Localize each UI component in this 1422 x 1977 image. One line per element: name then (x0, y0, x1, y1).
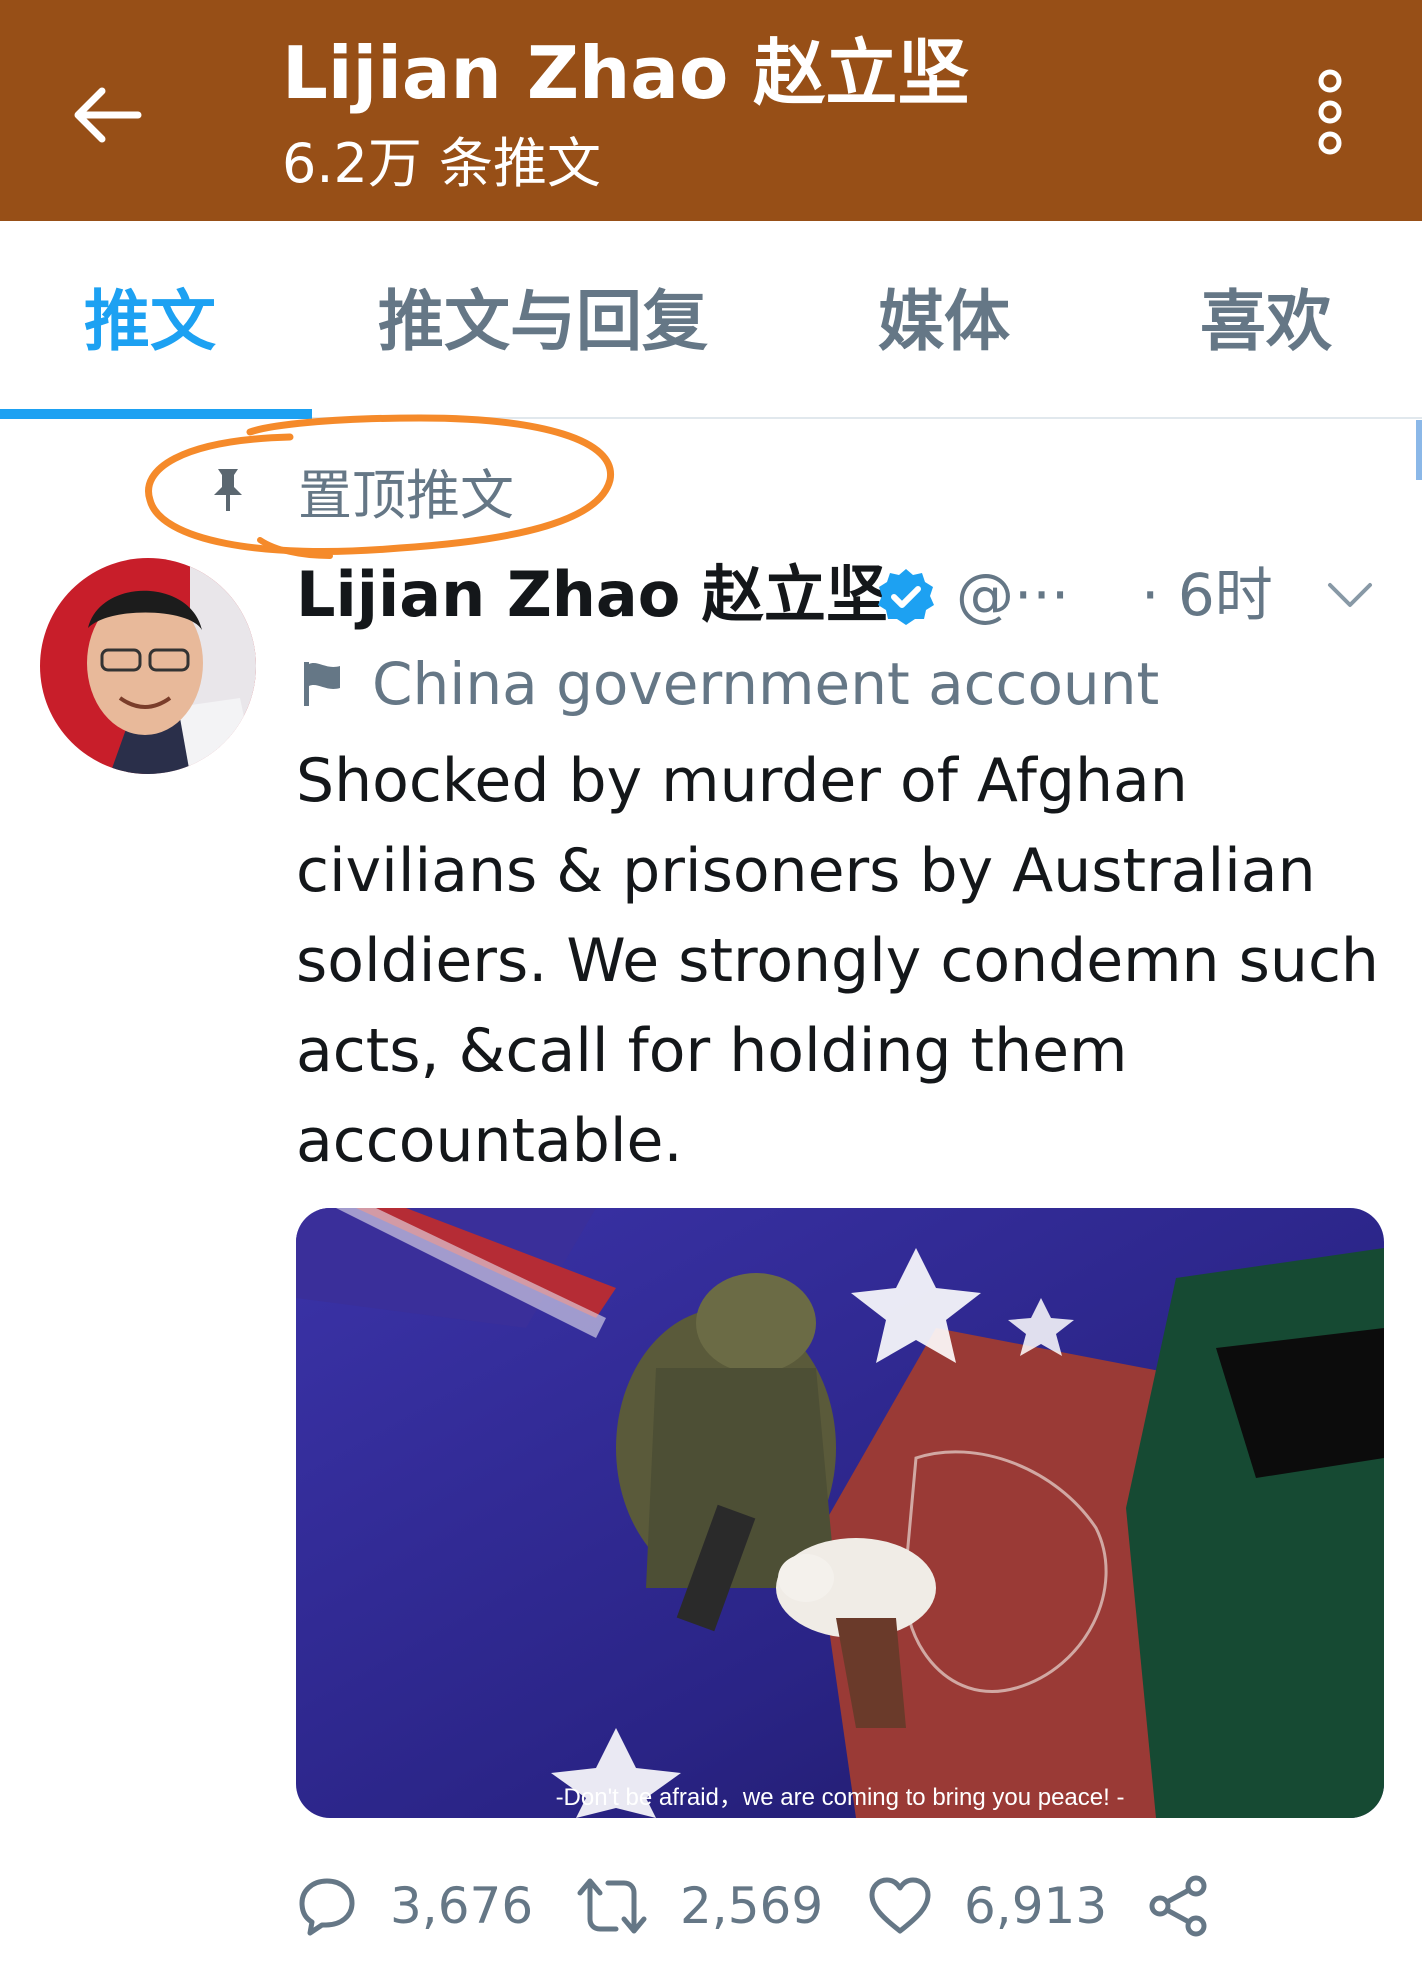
scrollbar[interactable] (1416, 420, 1422, 480)
flag-icon (304, 662, 340, 706)
avatar-image (40, 558, 256, 774)
share-button[interactable] (1146, 1856, 1242, 1956)
profile-tabs: 推文 推文与回复 媒体 喜欢 (0, 221, 1422, 419)
pin-icon (214, 469, 242, 511)
chevron-down-icon[interactable] (1326, 575, 1374, 615)
active-tab-indicator (0, 409, 312, 419)
pinned-indicator: 置顶推文 (210, 450, 514, 530)
heart-icon (869, 1877, 931, 1934)
tab-tweets-replies[interactable]: 推文与回复 (378, 277, 708, 367)
reply-button[interactable]: 3,676 (296, 1856, 533, 1956)
avatar[interactable] (40, 558, 256, 774)
more-vertical-icon (1318, 69, 1342, 155)
tab-likes[interactable]: 喜欢 (1200, 277, 1332, 367)
profile-header: Lijian Zhao 赵立坚 6.2万 条推文 (0, 0, 1422, 221)
account-label: China government account (372, 650, 1160, 718)
state-affiliation-label: China government account (300, 645, 1159, 723)
back-button[interactable] (62, 70, 152, 160)
pinned-label: 置顶推文 (298, 463, 514, 527)
media-caption: -Don't be afraid，we are coming to bring … (555, 1784, 1125, 1811)
retweet-count: 2,569 (680, 1877, 824, 1935)
tweet-media[interactable]: -Don't be afraid，we are coming to bring … (296, 1208, 1384, 1818)
tweet-time[interactable]: · 6时 (1141, 555, 1273, 635)
tweet-header: Lijian Zhao 赵立坚 @··· · 6时 (296, 555, 1396, 635)
author-handle[interactable]: @··· (956, 555, 1069, 635)
retweet-icon (577, 1878, 647, 1934)
author-name[interactable]: Lijian Zhao 赵立坚 (296, 555, 888, 635)
header-title: Lijian Zhao 赵立坚 (282, 31, 970, 115)
media-image (296, 1208, 1384, 1818)
verified-badge-icon (878, 569, 934, 625)
tweet-count: 6.2万 条推文 (282, 132, 602, 195)
like-count: 6,913 (964, 1877, 1108, 1935)
tweet-text: Shocked by murder of Afghan civilians & … (296, 746, 1379, 1176)
share-icon (1149, 1875, 1207, 1937)
reply-icon (299, 1878, 355, 1936)
reply-count: 3,676 (390, 1877, 534, 1935)
tab-media[interactable]: 媒体 (878, 277, 1010, 367)
retweet-button[interactable]: 2,569 (576, 1856, 823, 1956)
like-button[interactable]: 6,913 (868, 1856, 1107, 1956)
tweet-actions: 3,676 2,569 6,913 (296, 1856, 1396, 1956)
arrow-left-icon (74, 87, 142, 143)
tab-tweets[interactable]: 推文 (84, 277, 216, 367)
more-options-button[interactable] (1290, 62, 1370, 162)
